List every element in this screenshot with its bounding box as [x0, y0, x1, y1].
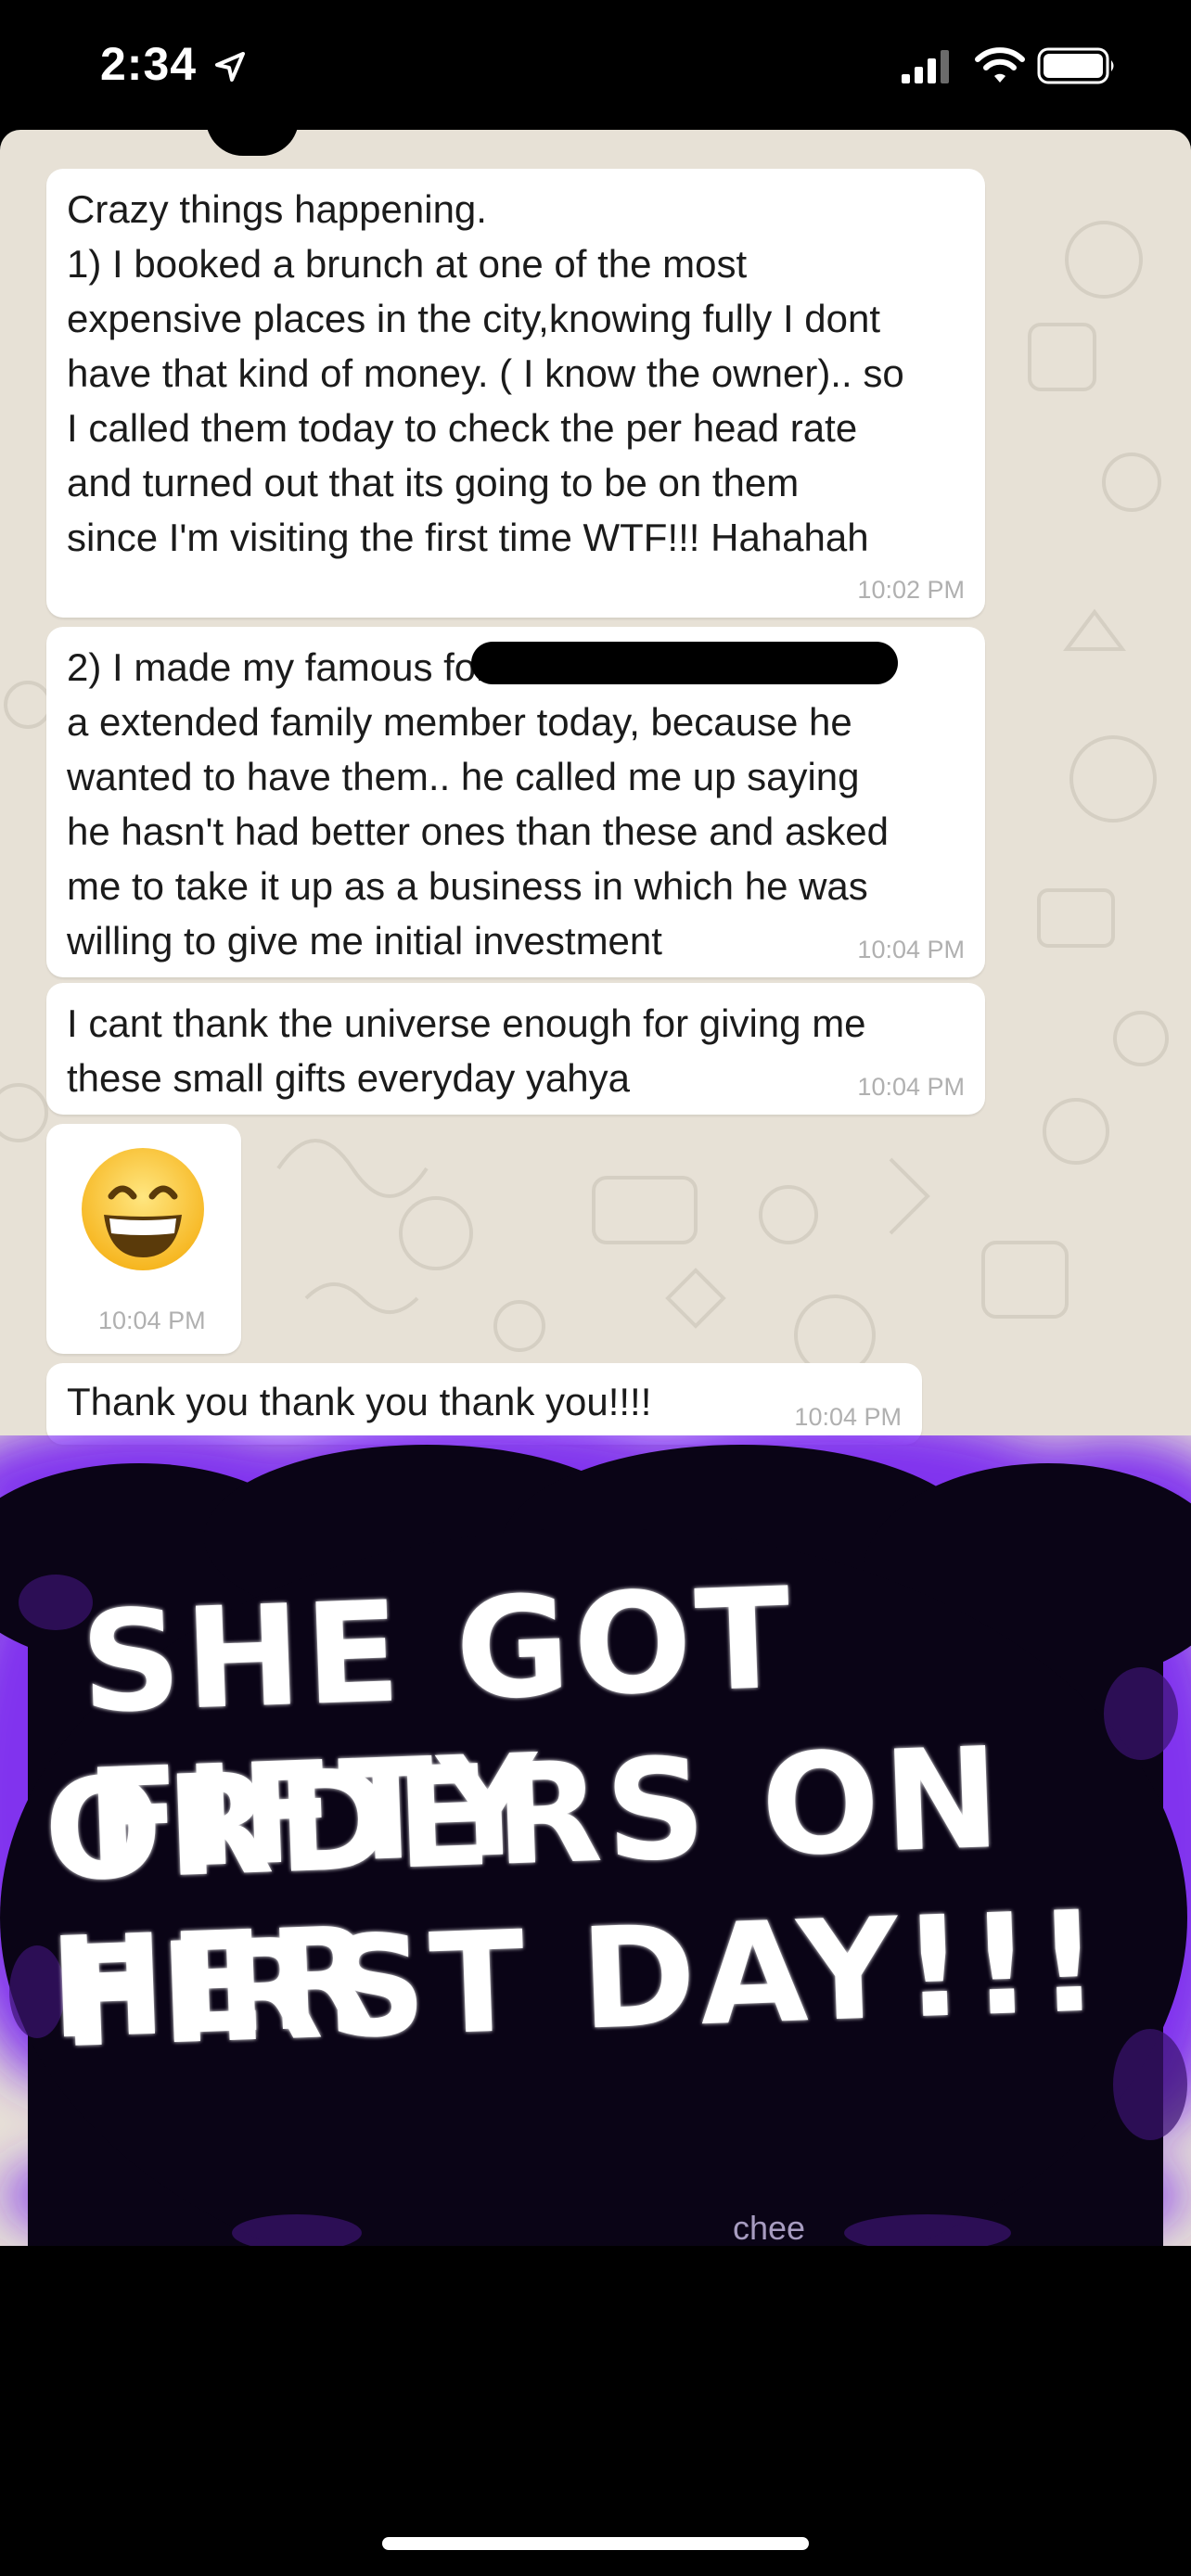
- message-text: Crazy things happening. 1) I booked a br…: [67, 187, 904, 559]
- cellular-signal-icon: [902, 50, 949, 83]
- message-bubble[interactable]: Crazy things happening. 1) I booked a br…: [46, 169, 985, 618]
- message-text: 2) I made my famous for a extended famil…: [67, 645, 890, 963]
- message-time: 10:04 PM: [794, 1403, 902, 1431]
- location-arrow-icon: [215, 52, 245, 82]
- message-time: 10:04 PM: [98, 1307, 206, 1334]
- message-text: I cant thank the universe enough for giv…: [67, 1001, 866, 1100]
- battery-icon: [1037, 47, 1114, 84]
- emoji-message-bubble[interactable]: 10:04 PM: [46, 1124, 241, 1354]
- redaction-mark: [471, 642, 898, 684]
- message-bubble[interactable]: I cant thank the universe enough for giv…: [46, 983, 985, 1115]
- message-bubble[interactable]: Thank you thank you thank you!!!! 10:04 …: [46, 1363, 922, 1445]
- message-time: 10:04 PM: [857, 936, 965, 963]
- caption-line: FIRST DAY!!!: [58, 1881, 1107, 2080]
- grinning-face-icon: [82, 1148, 204, 1270]
- message-time: 10:02 PM: [857, 576, 965, 604]
- status-time: 2:34: [100, 38, 198, 90]
- message-time: 10:04 PM: [857, 1073, 965, 1101]
- home-indicator[interactable]: [382, 2537, 809, 2550]
- status-bar: 2:34: [0, 0, 1191, 130]
- wifi-icon: [975, 47, 1025, 83]
- message-text: Thank you thank you thank you!!!!: [67, 1380, 652, 1423]
- obscured-text: chee: [733, 2209, 806, 2247]
